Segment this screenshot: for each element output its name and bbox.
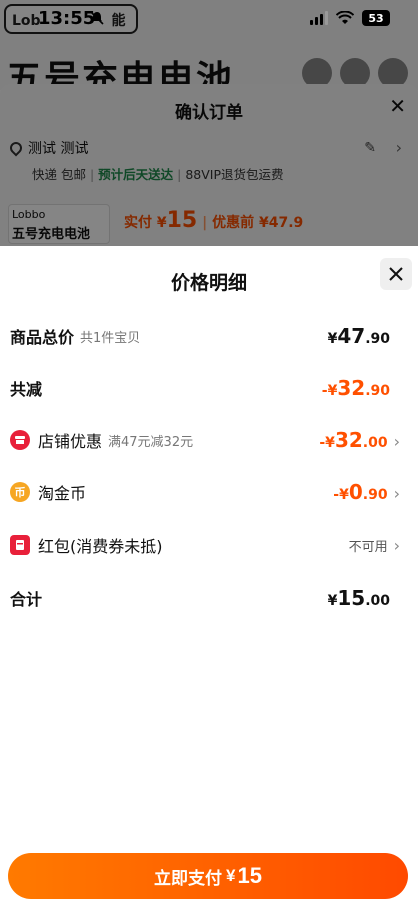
row-total-discount: 共减 -¥ 32.90 [10,374,410,402]
pay-button-label: 立即支付 [154,868,223,888]
row-grand-total: 合计 ¥15.00 [10,584,410,612]
wifi-icon [336,11,354,24]
row-label: 店铺优惠 [38,432,103,451]
red-packet-icon [10,535,30,555]
status-bar: 13:55 53 [0,0,418,36]
pay-button-yen: ¥ [226,866,236,885]
dim-overlay[interactable] [0,0,418,246]
row-label: 红包(消费券未抵) [38,537,163,556]
silent-bell-icon [90,11,104,25]
close-icon [389,267,403,281]
row-sub: 满47元减32元 [108,434,194,450]
row-label: 共减 [10,380,43,399]
row-red-packet[interactable]: 红包(消费券未抵) 不可用 › [10,531,410,559]
signal-icon [310,11,328,25]
red-packet-value: 不可用 › [348,535,400,555]
pay-button-amount: 15 [237,863,262,888]
taojinbi-value: -¥ 0.90 › [333,480,400,504]
row-label: 淘金币 [38,484,87,503]
shop-icon [10,430,30,450]
grand-total-value: ¥15.00 [327,586,390,610]
chevron-right-icon: › [393,432,400,451]
row-taojinbi[interactable]: 币 淘金币 -¥ 0.90 › [10,478,410,506]
coin-icon: 币 [10,482,30,502]
row-goods-total: 商品总价 共1件宝贝 ¥47.90 [10,322,410,350]
sheet-title: 价格明细 [170,272,247,294]
row-label: 商品总价 [10,328,75,347]
chevron-right-icon: › [393,535,400,555]
row-sub: 共1件宝贝 [80,330,141,346]
shop-discount-value: -¥ 32.00 › [319,428,400,452]
status-time: 13:55 [38,8,96,29]
battery-icon: 53 [362,10,390,26]
chevron-right-icon: › [393,484,400,503]
price-detail-sheet: 价格明细 商品总价 共1件宝贝 ¥47.90 共减 -¥ 32.90 店铺优惠 满… [0,246,418,901]
goods-total-value: ¥47.90 [327,324,390,348]
row-shop-discount[interactable]: 店铺优惠 满47元减32元 -¥ 32.00 › [10,426,410,454]
total-discount-value: -¥ 32.90 [321,376,390,400]
row-label: 合计 [10,590,43,609]
status-icons: 53 [310,10,390,26]
pay-now-button[interactable]: 立即支付 ¥ 15 [8,853,408,899]
close-button[interactable] [380,258,412,290]
